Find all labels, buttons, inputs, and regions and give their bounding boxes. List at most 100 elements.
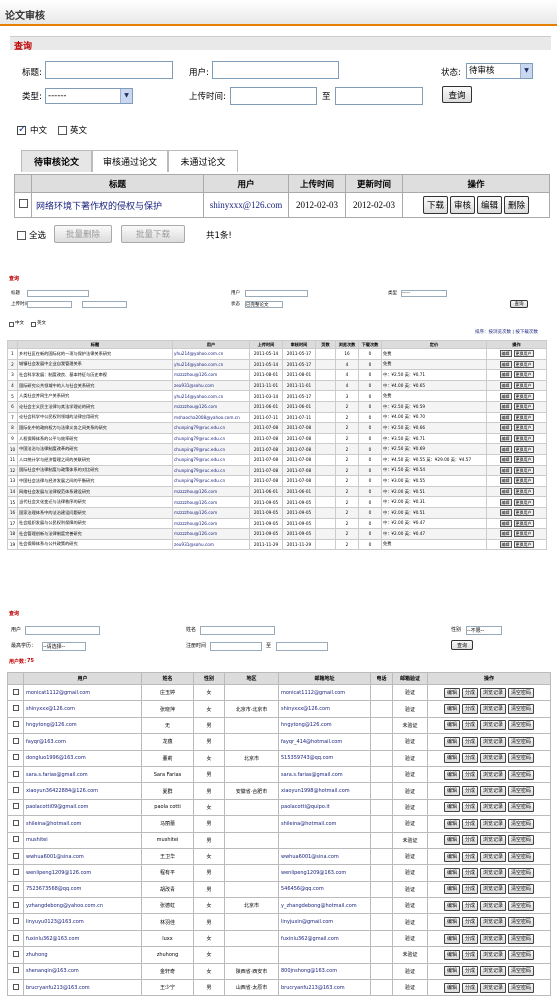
- cell-0[interactable]: shinyxxx@126.com: [23, 700, 142, 718]
- change-user-button[interactable]: 更换用户: [513, 519, 534, 527]
- change-user-button[interactable]: 更换用户: [513, 382, 534, 390]
- change-user-button[interactable]: 更换用户: [513, 413, 534, 421]
- upload-start-input[interactable]: [230, 87, 317, 105]
- cell-1[interactable]: 国际社会中法律制度与政策体系的对比研究: [17, 464, 173, 477]
- browse-history-button[interactable]: 浏览记录: [480, 786, 507, 797]
- cell-0[interactable]: dongluo1996@163.com: [23, 749, 142, 767]
- cell-0[interactable]: hngytong@126.com: [23, 716, 142, 735]
- edit-button[interactable]: 编辑: [499, 435, 512, 443]
- cell-1[interactable]: 人口统计学与经济管理之间的关联研究: [17, 453, 173, 466]
- browse-history-button[interactable]: 浏览记录: [480, 736, 507, 747]
- search-button-3[interactable]: 查询: [451, 640, 473, 650]
- clear-password-button[interactable]: 清空密码: [508, 982, 535, 993]
- clear-password-button[interactable]: 清空密码: [508, 720, 535, 731]
- row-checkbox[interactable]: [12, 737, 19, 744]
- cell-0[interactable]: shenanqin@163.com: [23, 962, 142, 981]
- cell-2[interactable]: chunping79@ruc.edu.cn: [172, 475, 250, 487]
- share-button[interactable]: 分成: [461, 900, 478, 911]
- browse-history-button[interactable]: 浏览记录: [480, 851, 507, 862]
- type-select[interactable]: ------ ▼: [45, 88, 133, 104]
- browse-history-button[interactable]: 浏览记录: [480, 802, 507, 813]
- browse-history-button[interactable]: 浏览记录: [480, 687, 507, 698]
- edit-button[interactable]: 编辑: [499, 382, 512, 390]
- cell-0[interactable]: shileina@hotmail.com: [23, 815, 142, 833]
- cell-2[interactable]: mzzzzhou@126.com: [172, 369, 250, 381]
- change-user-button[interactable]: 更换用户: [513, 509, 534, 517]
- cell-2[interactable]: mzzzzhou@126.com: [172, 400, 250, 413]
- edit-button[interactable]: 编辑: [499, 519, 512, 527]
- cell-2[interactable]: mzzzzhou@126.com: [172, 528, 250, 540]
- edit-button[interactable]: 编辑: [499, 360, 512, 368]
- cell-0[interactable]: fuxinlu362@163.com: [23, 929, 142, 948]
- row-checkbox[interactable]: [12, 983, 19, 990]
- gender-select-3[interactable]: --不限--: [466, 626, 502, 635]
- browse-history-button[interactable]: 浏览记录: [480, 917, 507, 928]
- edit-button[interactable]: 编辑: [443, 786, 460, 797]
- clear-password-button[interactable]: 清空密码: [508, 786, 535, 797]
- row-user[interactable]: shinyxxx@126.com: [203, 192, 289, 218]
- cell-2[interactable]: chunping79@ruc.edu.cn: [172, 464, 250, 477]
- cell-1[interactable]: 网络社会发展与法律规范体系建设研究: [17, 485, 173, 498]
- cell-1[interactable]: 论社会主义民主法律与其法学理论的研究: [17, 400, 173, 413]
- chinese-checkbox[interactable]: [17, 124, 26, 135]
- edit-button[interactable]: 编辑: [499, 350, 512, 358]
- clear-password-button[interactable]: 清空密码: [508, 753, 535, 764]
- change-user-button[interactable]: 更换用户: [513, 350, 534, 358]
- clear-password-button[interactable]: 清空密码: [508, 736, 535, 747]
- tab-approved[interactable]: 审核通过论文: [92, 150, 168, 172]
- edit-button[interactable]: 编辑: [477, 196, 503, 214]
- status-select-2[interactable]: 已完整论文: [245, 301, 283, 308]
- edu-select-3[interactable]: --请选择--: [42, 642, 86, 651]
- cell-0[interactable]: brucryanfu213@163.com: [23, 979, 142, 996]
- share-button[interactable]: 分成: [461, 687, 478, 698]
- clear-password-button[interactable]: 清空密码: [508, 802, 535, 813]
- row-checkbox[interactable]: [12, 688, 19, 695]
- tab-pending[interactable]: 待审核论文: [21, 150, 92, 172]
- cell-2[interactable]: yhu214@yahoo.com.cn: [172, 390, 250, 402]
- batch-download-button[interactable]: 批量下载: [121, 225, 185, 243]
- share-button[interactable]: 分成: [461, 884, 478, 895]
- cell-2[interactable]: yhu214@yahoo.com.cn: [172, 348, 250, 360]
- share-button[interactable]: 分成: [461, 753, 478, 764]
- browse-history-button[interactable]: 浏览记录: [480, 720, 507, 731]
- register-end-input-3[interactable]: [276, 642, 328, 651]
- cell-1[interactable]: 人类社会并网生产关系研究: [17, 390, 173, 402]
- clear-password-button[interactable]: 清空密码: [508, 835, 535, 846]
- edit-button[interactable]: 编辑: [443, 867, 460, 878]
- share-button[interactable]: 分成: [461, 818, 478, 829]
- sort-links[interactable]: 排序：按浏览次数 | 按下载次数: [475, 330, 538, 336]
- row-checkbox[interactable]: [12, 705, 19, 712]
- edit-button[interactable]: 编辑: [443, 736, 460, 747]
- edit-button[interactable]: 编辑: [499, 392, 512, 400]
- share-button[interactable]: 分成: [461, 851, 478, 862]
- cell-2[interactable]: yhu214@yahoo.com.cn: [172, 358, 250, 371]
- row-checkbox[interactable]: [18, 199, 28, 208]
- change-user-button[interactable]: 更换用户: [513, 477, 534, 485]
- title-input-2[interactable]: [27, 290, 89, 297]
- clear-password-button[interactable]: 清空密码: [508, 933, 535, 944]
- edit-button[interactable]: 编辑: [499, 403, 512, 411]
- change-user-button[interactable]: 更换用户: [513, 498, 534, 506]
- cell-0[interactable]: monicat1112@gmail.com: [23, 683, 142, 702]
- clear-password-button[interactable]: 清空密码: [508, 769, 535, 780]
- clear-password-button[interactable]: 清空密码: [508, 704, 535, 715]
- edit-button[interactable]: 编辑: [499, 530, 512, 538]
- share-button[interactable]: 分成: [461, 835, 478, 846]
- edit-button[interactable]: 编辑: [499, 466, 512, 474]
- row-checkbox[interactable]: [12, 721, 19, 728]
- cell-2[interactable]: chunping79@ruc.edu.cn: [172, 422, 250, 434]
- chinese-checkbox-2[interactable]: [9, 322, 14, 327]
- row-checkbox[interactable]: [12, 918, 19, 925]
- row-checkbox[interactable]: [12, 770, 19, 777]
- clear-password-button[interactable]: 清空密码: [508, 851, 535, 862]
- cell-0[interactable]: zhuhong: [23, 946, 142, 964]
- cell-1[interactable]: 社会组织发展与公民权利保障的研究: [17, 517, 173, 530]
- cell-0[interactable]: 7523673568@qq.com: [23, 880, 142, 899]
- row-checkbox[interactable]: [12, 754, 19, 761]
- browse-history-button[interactable]: 浏览记录: [480, 835, 507, 846]
- row-title[interactable]: 网络环境下著作权的侵权与保护: [31, 192, 204, 218]
- clear-password-button[interactable]: 清空密码: [508, 966, 535, 977]
- browse-history-button[interactable]: 浏览记录: [480, 900, 507, 911]
- cell-1[interactable]: 乡村社区在新的国际化的一项与保护法律关系研究: [17, 348, 173, 360]
- change-user-button[interactable]: 更换用户: [513, 445, 534, 453]
